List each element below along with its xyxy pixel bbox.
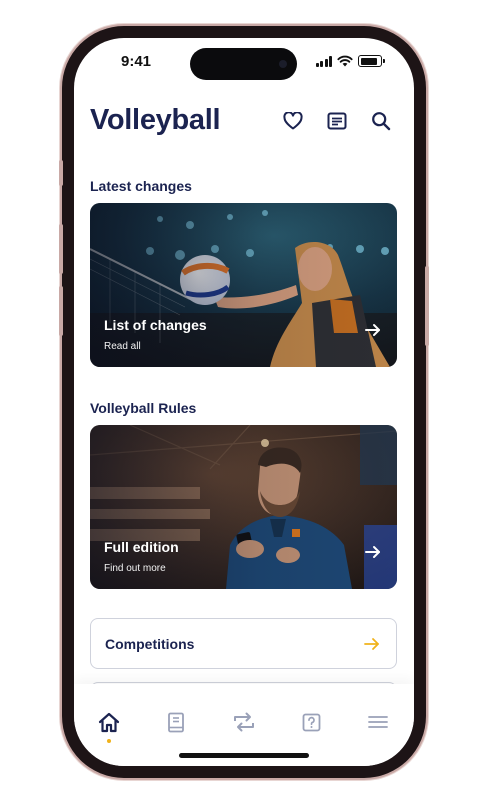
tab-home[interactable] [91,704,127,740]
rules-card-title: Full edition [104,539,179,555]
tab-menu[interactable] [360,704,396,740]
page-title: Volleyball [90,104,221,136]
help-icon [302,713,320,731]
status-time: 9:41 [121,53,152,70]
dynamic-island [190,48,297,80]
tab-help[interactable] [293,704,329,740]
volume-down-button [59,286,63,336]
search-icon[interactable] [366,106,396,136]
home-icon [98,712,120,732]
latest-changes-card[interactable]: List of changes Read all [90,203,397,367]
wifi-icon [337,55,353,67]
bottom-tab-bar [74,684,414,766]
home-indicator [179,753,309,758]
latest-card-link[interactable]: Read all [104,341,141,352]
latest-card-title: List of changes [104,317,207,333]
tab-changes[interactable] [226,704,262,740]
section-title-latest-changes: Latest changes [90,178,192,194]
signal-icon [315,55,332,67]
arrow-right-icon[interactable] [365,323,381,337]
section-title-volleyball-rules: Volleyball Rules [90,400,197,416]
menu-icon [368,716,388,728]
competitions-button[interactable]: Competitions [90,618,397,669]
news-icon[interactable] [322,106,352,136]
tab-rulebook[interactable] [158,704,194,740]
heart-icon[interactable] [278,106,308,136]
volume-up-button [59,224,63,274]
app-screen: 9:41 Volleyball Latest changes List of c… [74,38,414,766]
header-actions [278,106,396,136]
arrow-right-icon[interactable] [365,545,381,559]
arrow-right-icon [364,637,379,650]
competitions-label: Competitions [105,635,195,652]
battery-icon [358,55,385,67]
repeat-icon [234,712,254,732]
active-tab-indicator [107,739,111,743]
power-button [425,266,429,346]
rules-card-link[interactable]: Find out more [104,563,166,574]
mute-switch [59,160,63,186]
volleyball-rules-card[interactable]: Full edition Find out more [90,425,397,589]
status-icons [315,55,385,67]
book-icon [168,712,184,732]
